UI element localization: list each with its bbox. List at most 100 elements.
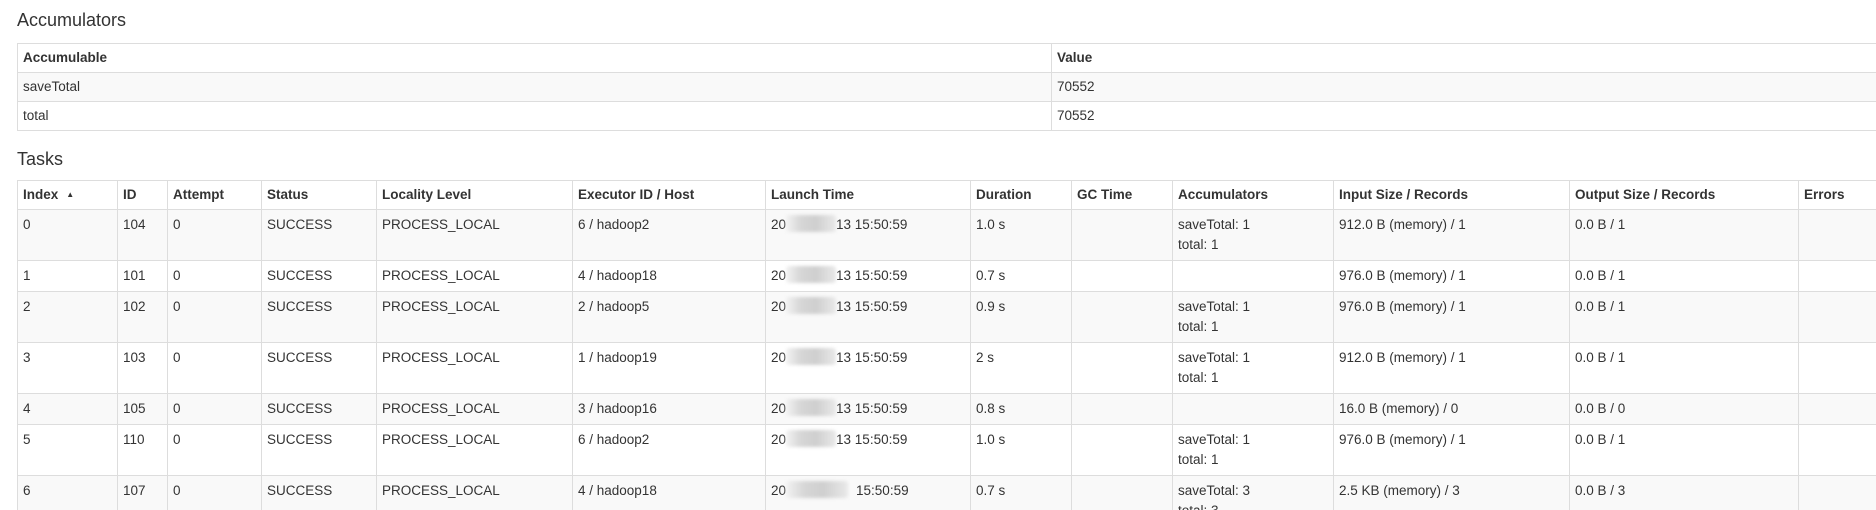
task-accumulator-savetotal: saveTotal: 1 xyxy=(1178,217,1251,232)
task-accumulators: saveTotal: 1 total: 1 xyxy=(1172,342,1334,394)
tasks-header-gc-time[interactable]: GC Time xyxy=(1071,180,1173,210)
accumulators-header-accumulable[interactable]: Accumulable xyxy=(17,43,1052,73)
task-gc-time xyxy=(1071,475,1173,510)
task-accumulator-total: total: 1 xyxy=(1178,452,1219,467)
task-id: 110 xyxy=(117,424,168,476)
task-launch-time: 20 13 15:50:59 xyxy=(765,291,971,343)
task-gc-time xyxy=(1071,260,1173,292)
task-index: 6 xyxy=(17,475,118,510)
redacted-blur xyxy=(786,399,837,416)
launch-time-prefix: 20 xyxy=(771,350,787,365)
task-gc-time xyxy=(1071,342,1173,394)
launch-time-prefix: 20 xyxy=(771,217,787,232)
task-status: SUCCESS xyxy=(261,291,377,343)
task-accumulators: saveTotal: 1 total: 1 xyxy=(1172,424,1334,476)
task-id: 102 xyxy=(117,291,168,343)
task-accumulator-total: total: 1 xyxy=(1178,370,1219,385)
tasks-header-output-size-records[interactable]: Output Size / Records xyxy=(1569,180,1799,210)
task-id: 103 xyxy=(117,342,168,394)
redacted-blur xyxy=(786,348,837,365)
tasks-header-executor-host[interactable]: Executor ID / Host xyxy=(572,180,766,210)
task-row: 4 105 0 SUCCESS PROCESS_LOCAL 3 / hadoop… xyxy=(17,393,1876,425)
task-row: 0 104 0 SUCCESS PROCESS_LOCAL 6 / hadoop… xyxy=(17,209,1876,261)
task-locality: PROCESS_LOCAL xyxy=(376,475,573,510)
task-output: 0.0 B / 1 xyxy=(1569,291,1799,343)
launch-time-prefix: 20 xyxy=(771,268,787,283)
task-duration: 1.0 s xyxy=(970,209,1072,261)
tasks-header-input-size-records[interactable]: Input Size / Records xyxy=(1333,180,1570,210)
task-input: 976.0 B (memory) / 1 xyxy=(1333,291,1570,343)
task-accumulators xyxy=(1172,393,1334,425)
redacted-blur xyxy=(786,430,837,447)
launch-time-suffix: 13 15:50:59 xyxy=(836,299,908,314)
accumulator-name: total xyxy=(17,101,1052,131)
launch-time-prefix: 20 xyxy=(771,401,787,416)
task-index: 5 xyxy=(17,424,118,476)
task-status: SUCCESS xyxy=(261,475,377,510)
launch-time-suffix: 13 15:50:59 xyxy=(836,401,908,416)
accumulators-header-value[interactable]: Value xyxy=(1051,43,1876,73)
tasks-header-status[interactable]: Status xyxy=(261,180,377,210)
task-output: 0.0 B / 1 xyxy=(1569,342,1799,394)
task-attempt: 0 xyxy=(167,342,262,394)
task-executor-host: 4 / hadoop18 xyxy=(572,260,766,292)
accumulators-table: Accumulable Value saveTotal 70552 total … xyxy=(17,43,1876,131)
task-index: 1 xyxy=(17,260,118,292)
task-launch-time: 20 13 15:50:59 xyxy=(765,393,971,425)
tasks-header-duration[interactable]: Duration xyxy=(970,180,1072,210)
task-executor-host: 1 / hadoop19 xyxy=(572,342,766,394)
tasks-table: Index ▲ ID Attempt Status Locality Level … xyxy=(17,180,1876,510)
task-attempt: 0 xyxy=(167,475,262,510)
task-attempt: 0 xyxy=(167,424,262,476)
task-output: 0.0 B / 1 xyxy=(1569,260,1799,292)
tasks-header-accumulators[interactable]: Accumulators xyxy=(1172,180,1334,210)
task-attempt: 0 xyxy=(167,209,262,261)
task-row: 1 101 0 SUCCESS PROCESS_LOCAL 4 / hadoop… xyxy=(17,260,1876,292)
task-status: SUCCESS xyxy=(261,342,377,394)
tasks-title: Tasks xyxy=(17,149,64,169)
task-accumulators: saveTotal: 1 total: 1 xyxy=(1172,291,1334,343)
launch-time-suffix: 13 15:50:59 xyxy=(836,268,908,283)
redacted-blur xyxy=(786,215,837,232)
task-input: 912.0 B (memory) / 1 xyxy=(1333,342,1570,394)
task-executor-host: 3 / hadoop16 xyxy=(572,393,766,425)
task-launch-time: 20 13 15:50:59 xyxy=(765,342,971,394)
task-locality: PROCESS_LOCAL xyxy=(376,209,573,261)
task-status: SUCCESS xyxy=(261,424,377,476)
accumulator-value: 70552 xyxy=(1051,101,1876,131)
task-locality: PROCESS_LOCAL xyxy=(376,291,573,343)
tasks-header-errors[interactable]: Errors xyxy=(1798,180,1876,210)
sort-ascending-icon: ▲ xyxy=(66,190,75,199)
task-input: 976.0 B (memory) / 1 xyxy=(1333,260,1570,292)
task-row: 2 102 0 SUCCESS PROCESS_LOCAL 2 / hadoop… xyxy=(17,291,1876,343)
tasks-header-launch-time[interactable]: Launch Time xyxy=(765,180,971,210)
task-locality: PROCESS_LOCAL xyxy=(376,342,573,394)
task-errors xyxy=(1798,424,1876,476)
task-output: 0.0 B / 1 xyxy=(1569,424,1799,476)
tasks-header-id[interactable]: ID xyxy=(117,180,168,210)
task-accumulator-total: total: 1 xyxy=(1178,319,1219,334)
task-accumulator-savetotal: saveTotal: 3 xyxy=(1178,483,1251,498)
task-duration: 0.8 s xyxy=(970,393,1072,425)
launch-time-suffix: 15:50:59 xyxy=(856,483,909,498)
task-accumulators xyxy=(1172,260,1334,292)
redacted-blur xyxy=(786,481,849,498)
tasks-body: 0 104 0 SUCCESS PROCESS_LOCAL 6 / hadoop… xyxy=(17,209,1876,510)
page: Accumulators Accumulable Value saveTotal… xyxy=(0,0,1876,510)
task-status: SUCCESS xyxy=(261,260,377,292)
task-output: 0.0 B / 0 xyxy=(1569,393,1799,425)
tasks-header-locality-level[interactable]: Locality Level xyxy=(376,180,573,210)
tasks-header-attempt[interactable]: Attempt xyxy=(167,180,262,210)
task-duration: 0.7 s xyxy=(970,260,1072,292)
task-launch-time: 20 13 15:50:59 xyxy=(765,424,971,476)
task-id: 107 xyxy=(117,475,168,510)
tasks-header-index-label: Index xyxy=(23,187,59,202)
task-status: SUCCESS xyxy=(261,209,377,261)
task-locality: PROCESS_LOCAL xyxy=(376,424,573,476)
task-index: 2 xyxy=(17,291,118,343)
tasks-header-index[interactable]: Index ▲ xyxy=(17,180,118,210)
launch-time-suffix: 13 15:50:59 xyxy=(836,432,908,447)
accumulator-value: 70552 xyxy=(1051,72,1876,102)
launch-time-prefix: 20 xyxy=(771,299,787,314)
task-executor-host: 6 / hadoop2 xyxy=(572,209,766,261)
